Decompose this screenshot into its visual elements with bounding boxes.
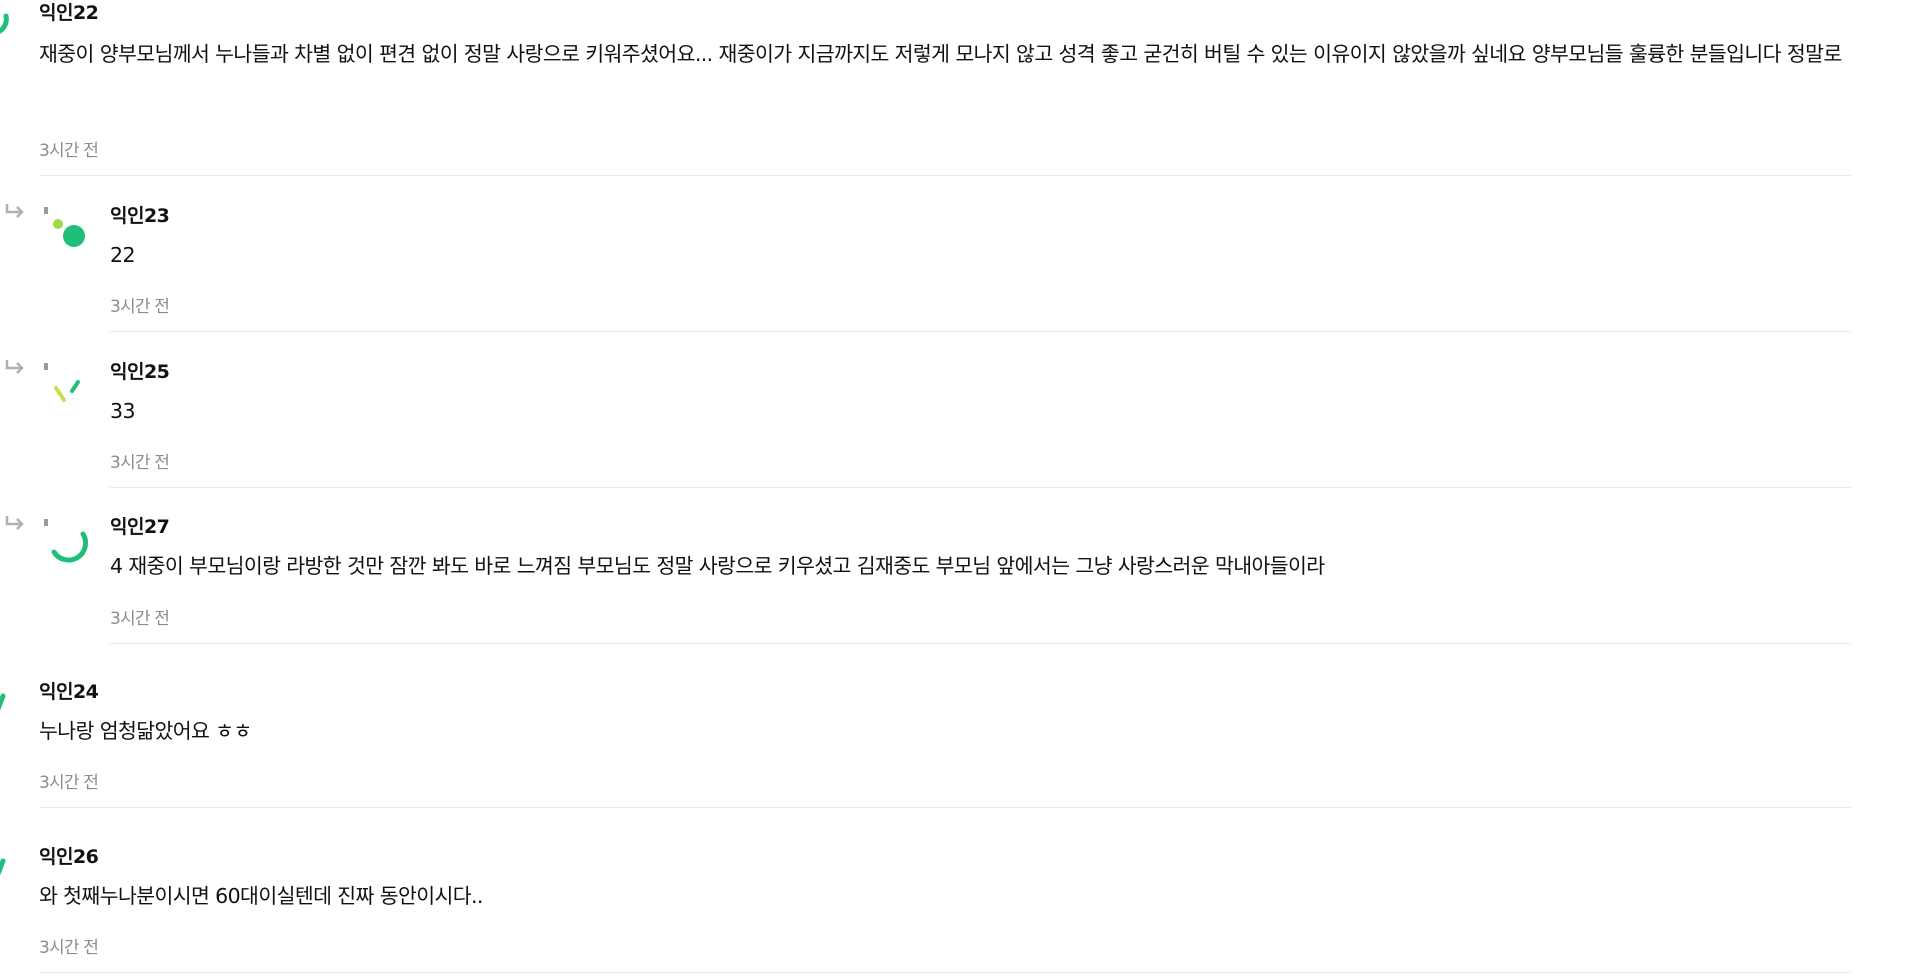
divider [39, 175, 1851, 176]
comment-text: 와 첫째누나분이시면 60대이실텐데 진짜 동안이시다.. [39, 884, 483, 908]
avatar-icon[interactable] [36, 356, 96, 416]
comment-author[interactable]: 익인22 [39, 0, 99, 25]
comment-timestamp: 3시간 전 [110, 609, 170, 629]
comment-timestamp: 3시간 전 [39, 938, 99, 958]
comment-text: 누나랑 엄청닮았어요 ㅎㅎ [39, 719, 252, 743]
divider [110, 487, 1851, 488]
comment-author[interactable]: 익인23 [110, 201, 170, 228]
divider [39, 972, 1851, 973]
comment-author[interactable]: 익인26 [39, 842, 99, 869]
comment-timestamp: 3시간 전 [39, 141, 99, 161]
divider [110, 643, 1851, 644]
comment-text: 33 [110, 399, 135, 423]
divider [110, 331, 1851, 332]
avatar-icon[interactable] [36, 200, 96, 260]
comment-timestamp: 3시간 전 [110, 453, 170, 473]
divider [39, 807, 1851, 808]
avatar-icon[interactable] [0, 853, 12, 887]
reply-arrow-icon [5, 516, 24, 530]
avatar-icon[interactable] [0, 2, 12, 36]
reply-arrow-icon [5, 360, 24, 374]
comment-text: 22 [110, 243, 135, 267]
avatar-icon[interactable] [0, 688, 12, 722]
avatar-icon[interactable] [36, 512, 96, 572]
comment-author[interactable]: 익인27 [110, 512, 170, 539]
comment-author[interactable]: 익인25 [110, 357, 170, 384]
comment-timestamp: 3시간 전 [39, 773, 99, 793]
reply-arrow-icon [5, 204, 24, 218]
comment-text: 4 재중이 부모님이랑 라방한 것만 잠깐 봐도 바로 느껴짐 부모님도 정말 … [110, 554, 1325, 578]
comment-author[interactable]: 익인24 [39, 677, 99, 704]
comment-timestamp: 3시간 전 [110, 297, 170, 317]
comment-text: 재중이 양부모님께서 누나들과 차별 없이 편견 없이 정말 사랑으로 키워주셨… [39, 42, 1842, 66]
